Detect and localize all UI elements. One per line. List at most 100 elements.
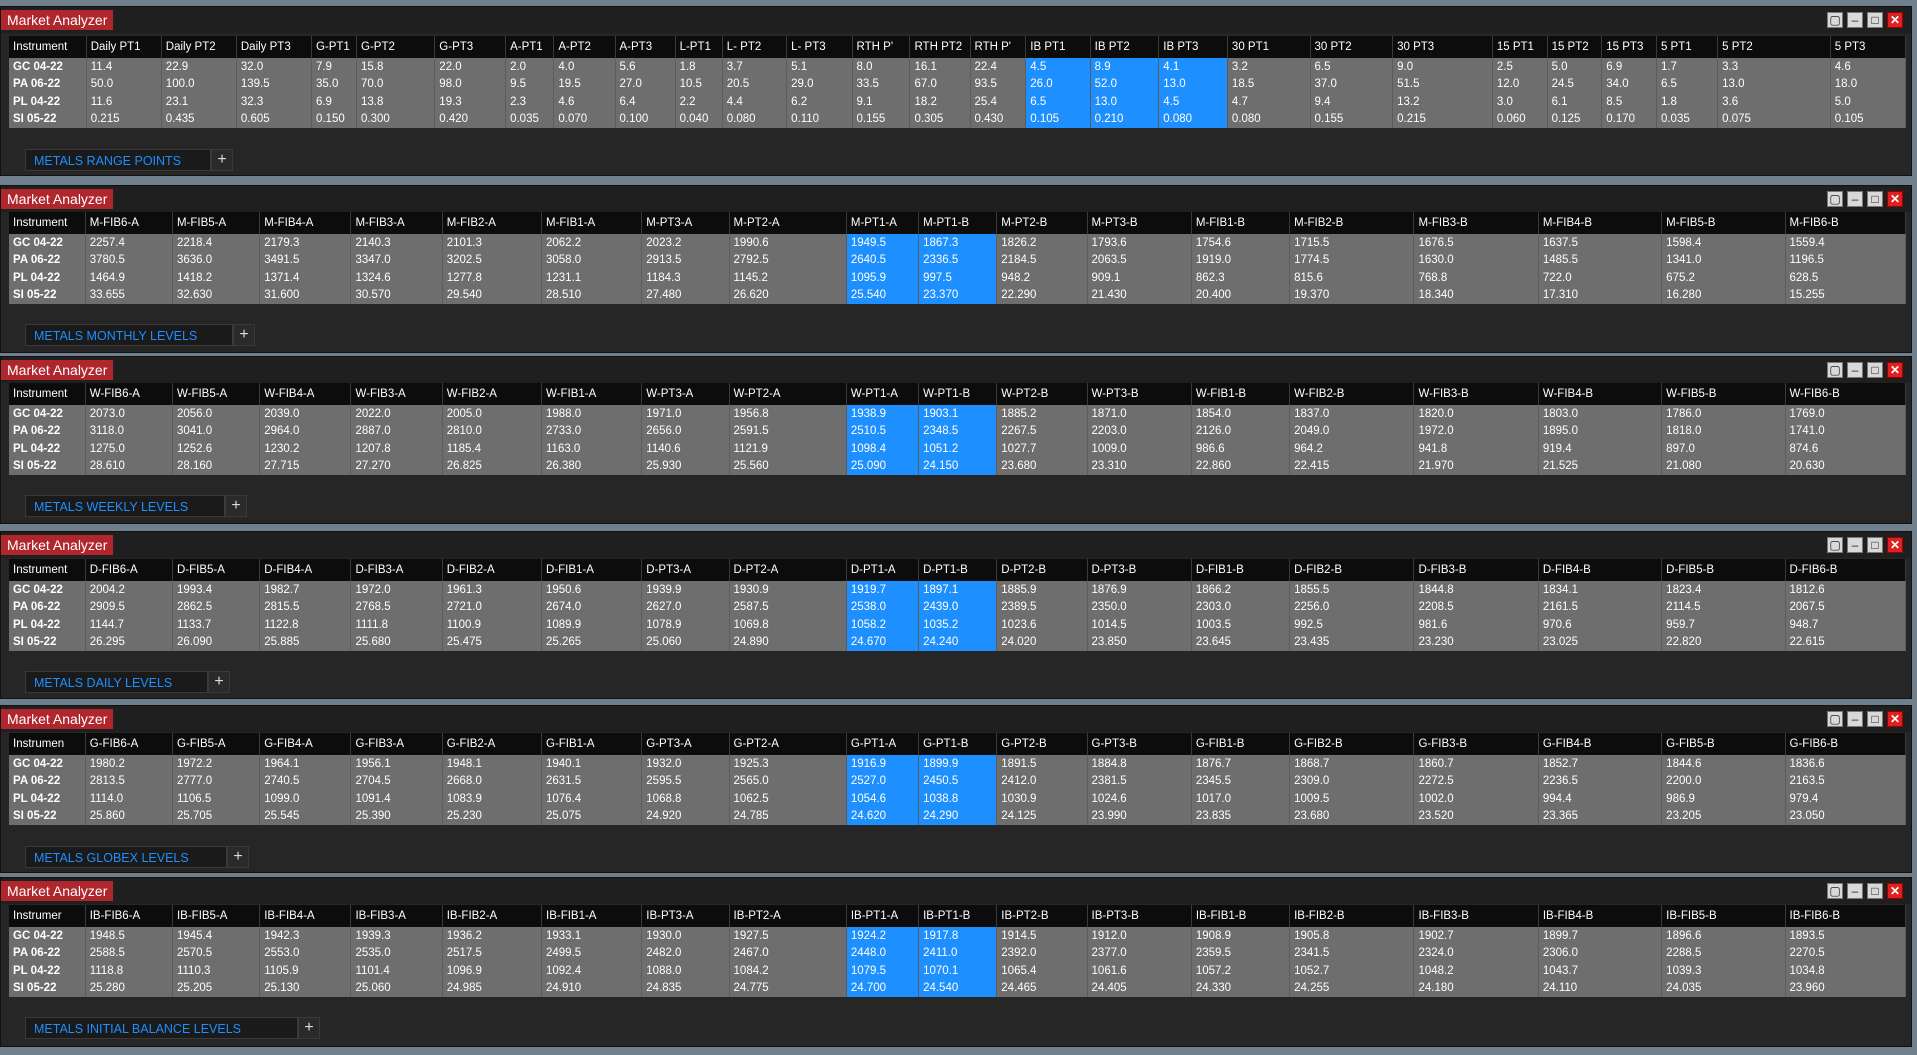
value-cell[interactable]: 948.7 xyxy=(1785,616,1907,634)
table-row[interactable]: PL 04-22 1464.9 1418.2 1371.4 1324.6 1277.8 12… xyxy=(9,269,1907,287)
value-cell[interactable]: 1118.8 xyxy=(85,962,173,980)
column-header[interactable]: D-FIB6-A xyxy=(85,559,173,581)
table-row[interactable]: PA 06-22 3118.0 3041.0 2964.0 2887.0 2810.0 27… xyxy=(9,422,1907,440)
column-header[interactable]: D-PT3-B xyxy=(1087,559,1192,581)
value-cell[interactable]: 2467.0 xyxy=(729,944,847,962)
value-cell[interactable]: 3347.0 xyxy=(350,251,443,269)
value-cell[interactable]: 2570.5 xyxy=(172,944,261,962)
value-cell[interactable]: 24.125 xyxy=(996,807,1088,825)
value-cell[interactable]: 11.6 xyxy=(86,93,162,111)
value-cell[interactable]: 21.970 xyxy=(1413,457,1539,475)
close-icon[interactable]: ✕ xyxy=(1887,191,1903,207)
value-cell[interactable]: 2909.5 xyxy=(85,598,173,616)
value-cell[interactable]: 2203.0 xyxy=(1087,422,1192,440)
value-cell[interactable]: 1990.6 xyxy=(729,234,847,252)
value-cell[interactable]: 1039.3 xyxy=(1661,962,1786,980)
value-cell[interactable]: 25.265 xyxy=(541,633,643,651)
value-cell[interactable]: 1936.2 xyxy=(442,927,543,945)
value-cell[interactable]: 16.280 xyxy=(1661,286,1786,304)
value-cell[interactable]: 1230.2 xyxy=(259,440,352,458)
value-cell[interactable]: 27.715 xyxy=(259,457,352,475)
value-cell[interactable]: 9.4 xyxy=(1310,93,1394,111)
instrument-cell[interactable]: PA 06-22 xyxy=(9,598,86,616)
value-cell[interactable]: 1079.5 xyxy=(846,962,920,980)
value-cell[interactable]: 5.6 xyxy=(615,58,676,76)
value-cell[interactable]: 6.5 xyxy=(1310,58,1394,76)
table-row[interactable]: PL 04-22 1114.0 1106.5 1099.0 1091.4 1083.9 10… xyxy=(9,790,1907,808)
value-cell[interactable]: 2348.5 xyxy=(918,422,998,440)
value-cell[interactable]: 1902.7 xyxy=(1413,927,1539,945)
value-cell[interactable]: 2341.5 xyxy=(1289,944,1415,962)
value-cell[interactable]: 2411.0 xyxy=(918,944,998,962)
value-cell[interactable]: 1818.0 xyxy=(1661,422,1786,440)
value-cell[interactable]: 1908.9 xyxy=(1191,927,1291,945)
column-header[interactable]: M-FIB3-B xyxy=(1413,212,1539,234)
value-cell[interactable]: 12.0 xyxy=(1492,75,1548,93)
value-cell[interactable]: 26.090 xyxy=(172,633,261,651)
column-header[interactable]: W-FIB5-A xyxy=(172,383,261,405)
close-icon[interactable]: ✕ xyxy=(1887,883,1903,899)
value-cell[interactable]: 1057.2 xyxy=(1191,962,1291,980)
value-cell[interactable]: 1905.8 xyxy=(1289,927,1415,945)
column-header[interactable]: M-FIB4-A xyxy=(259,212,352,234)
column-header[interactable]: 30 PT2 xyxy=(1310,36,1394,58)
value-cell[interactable]: 2324.0 xyxy=(1413,944,1539,962)
column-header[interactable]: IB PT2 xyxy=(1090,36,1160,58)
add-tab-button[interactable]: + xyxy=(227,846,249,868)
value-cell[interactable]: 28.610 xyxy=(85,457,173,475)
column-header[interactable]: 5 PT2 xyxy=(1717,36,1831,58)
instrument-cell[interactable]: GC 04-22 xyxy=(9,927,86,945)
column-header[interactable]: M-PT3-B xyxy=(1087,212,1192,234)
value-cell[interactable]: 1917.8 xyxy=(918,927,998,945)
column-header[interactable]: G-FIB2-A xyxy=(442,733,543,755)
column-header[interactable]: M-FIB4-B xyxy=(1538,212,1663,234)
value-cell[interactable]: 25.4 xyxy=(970,93,1027,111)
value-cell[interactable]: 1938.9 xyxy=(846,405,920,423)
value-cell[interactable]: 4.0 xyxy=(553,58,616,76)
value-cell[interactable]: 23.835 xyxy=(1191,807,1291,825)
value-cell[interactable]: 1052.7 xyxy=(1289,962,1415,980)
value-cell[interactable]: 24.255 xyxy=(1289,979,1415,997)
column-header[interactable]: IB-FIB1-A xyxy=(541,905,643,927)
value-cell[interactable]: 2303.0 xyxy=(1191,598,1291,616)
value-cell[interactable]: 2392.0 xyxy=(996,944,1088,962)
value-cell[interactable]: 4.6 xyxy=(553,93,616,111)
value-cell[interactable]: 2288.5 xyxy=(1661,944,1786,962)
value-cell[interactable]: 3118.0 xyxy=(85,422,173,440)
value-cell[interactable]: 24.985 xyxy=(442,979,543,997)
instrument-cell[interactable]: SI 05-22 xyxy=(9,286,86,304)
value-cell[interactable]: 768.8 xyxy=(1413,269,1539,287)
value-cell[interactable]: 25.075 xyxy=(541,807,643,825)
value-cell[interactable]: 23.680 xyxy=(996,457,1088,475)
table-row[interactable]: PA 06-22 2813.5 2777.0 2740.5 2704.5 2668.0 26… xyxy=(9,772,1907,790)
value-cell[interactable]: 1939.3 xyxy=(350,927,443,945)
value-cell[interactable]: 1069.8 xyxy=(729,616,847,634)
value-cell[interactable]: 1024.6 xyxy=(1087,790,1192,808)
restore-icon[interactable]: ▢ xyxy=(1827,12,1843,28)
value-cell[interactable]: 15.8 xyxy=(356,58,436,76)
value-cell[interactable]: 2336.5 xyxy=(918,251,998,269)
instrument-cell[interactable]: SI 05-22 xyxy=(9,633,86,651)
value-cell[interactable]: 22.290 xyxy=(996,286,1088,304)
value-cell[interactable]: 1089.9 xyxy=(541,616,643,634)
value-cell[interactable]: 11.4 xyxy=(86,58,162,76)
value-cell[interactable]: 0.170 xyxy=(1601,110,1657,128)
add-tab-button[interactable]: + xyxy=(211,149,233,171)
value-cell[interactable]: 52.0 xyxy=(1090,75,1160,93)
column-header[interactable]: W-FIB1-A xyxy=(541,383,643,405)
column-header[interactable]: G-FIB6-A xyxy=(85,733,173,755)
value-cell[interactable]: 3202.5 xyxy=(442,251,543,269)
value-cell[interactable]: 2565.0 xyxy=(729,772,847,790)
value-cell[interactable]: 19.3 xyxy=(434,93,507,111)
close-icon[interactable]: ✕ xyxy=(1887,362,1903,378)
value-cell[interactable]: 1945.4 xyxy=(172,927,261,945)
value-cell[interactable]: 5.0 xyxy=(1830,93,1907,111)
table-row[interactable]: SI 05-22 28.610 28.160 27.715 27.270 26.825 26… xyxy=(9,457,1907,475)
value-cell[interactable]: 2439.0 xyxy=(918,598,998,616)
column-header[interactable]: M-FIB6-A xyxy=(85,212,173,234)
value-cell[interactable]: 1111.8 xyxy=(350,616,443,634)
table-row[interactable]: SI 05-22 26.295 26.090 25.885 25.680 25.475 25… xyxy=(9,633,1907,651)
value-cell[interactable]: 0.105 xyxy=(1830,110,1907,128)
value-cell[interactable]: 24.920 xyxy=(641,807,730,825)
value-cell[interactable]: 1939.9 xyxy=(641,581,730,599)
